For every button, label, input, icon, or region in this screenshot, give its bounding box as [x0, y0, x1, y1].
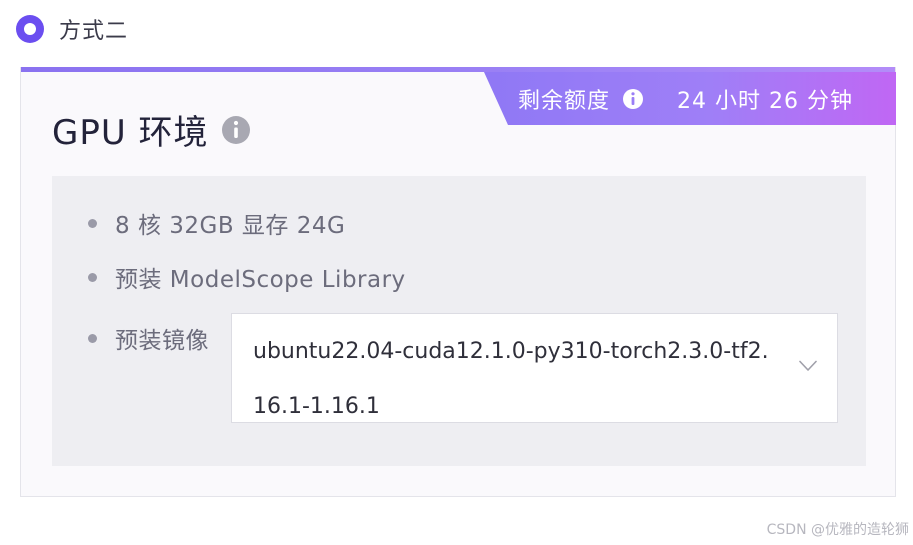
- spec-text: 预装 ModelScope Library: [115, 267, 406, 293]
- card-title: GPU 环境: [52, 113, 209, 153]
- gpu-env-card: 剩余额度 24 小时 26 分钟 GPU 环境 8 核 32GB 显存 24G: [20, 67, 896, 497]
- chevron-down-icon[interactable]: [799, 360, 817, 372]
- info-icon[interactable]: [622, 88, 644, 110]
- bullet-icon: [88, 333, 97, 343]
- image-select[interactable]: ubuntu22.04-cuda12.1.0-py310-torch2.3.0-…: [231, 313, 838, 423]
- spec-panel: 8 核 32GB 显存 24G 预装 ModelScope Library 预装…: [52, 176, 866, 466]
- quota-value: 24 小时 26 分钟: [677, 88, 853, 114]
- info-icon[interactable]: [221, 115, 251, 145]
- spec-text: 预装镜像: [115, 328, 209, 354]
- bullet-icon: [88, 272, 97, 282]
- bullet-icon: [88, 218, 97, 228]
- radio-selected-icon[interactable]: [16, 15, 44, 43]
- radio-dot: [24, 23, 36, 35]
- watermark: CSDN @优雅的造轮狮: [766, 522, 909, 538]
- quota-label: 剩余额度: [518, 88, 611, 114]
- spec-item-hardware: 8 核 32GB 显存 24G: [88, 208, 346, 239]
- quota-tab: 剩余额度 24 小时 26 分钟: [484, 72, 896, 125]
- spec-item-image: 预装镜像: [88, 323, 209, 354]
- page: 方式二 剩余额度 24 小时 26 分钟 GPU 环境 8 核 32GB 显存 …: [0, 0, 913, 545]
- option-label[interactable]: 方式二: [59, 13, 128, 45]
- spec-text: 8 核 32GB 显存 24G: [115, 213, 346, 239]
- card-header: GPU 环境: [52, 105, 251, 154]
- option-radio[interactable]: 方式二: [16, 12, 128, 46]
- card-accent-bar: [21, 67, 895, 72]
- image-select-value: ubuntu22.04-cuda12.1.0-py310-torch2.3.0-…: [253, 339, 769, 419]
- spec-item-library: 预装 ModelScope Library: [88, 262, 406, 293]
